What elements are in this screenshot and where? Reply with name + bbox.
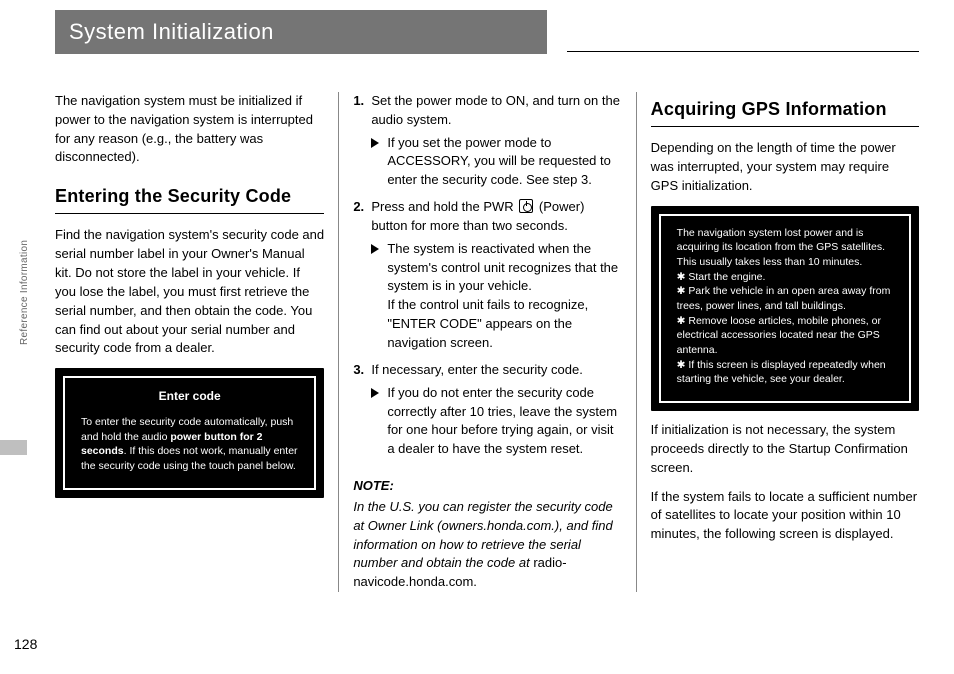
section-rule [55,213,324,214]
screen-body: The navigation system lost power and is … [663,220,907,398]
intro-text: The navigation system must be initialize… [55,92,324,167]
side-tab: Reference Information [18,240,33,345]
screen-enter-code: Enter code To enter the security code au… [55,368,324,498]
note: NOTE: In the U.S. you can register the s… [353,477,621,592]
column-3: Acquiring GPS Information Depending on t… [636,92,919,592]
entering-code-para: Find the navigation system's security co… [55,226,324,358]
triangle-icon [371,138,379,148]
page-number: 128 [14,634,37,654]
columns: The navigation system must be initialize… [55,92,919,592]
step-2-sub: The system is reactivated when the syste… [371,240,621,353]
screen-gps: The navigation system lost power and is … [651,206,919,412]
triangle-icon [371,244,379,254]
section-acquiring-gps: Acquiring GPS Information [651,96,919,122]
gps-para-1: Depending on the length of time the powe… [651,139,919,196]
page-title: System Initialization [55,10,547,54]
column-2: 1. Set the power mode to ON, and turn on… [338,92,621,592]
step-3: 3. If necessary, enter the security code… [353,361,621,459]
page: Reference Information 128 System Initial… [0,0,954,674]
note-body: In the U.S. you can register the securit… [353,498,621,592]
step-2: 2. Press and hold the PWR (Power) button… [353,198,621,353]
screen-body: To enter the security code automatically… [81,415,298,474]
side-marker [0,440,27,455]
gps-para-3: If the system fails to locate a sufficie… [651,488,919,545]
step-1-sub: If you set the power mode to ACCESSORY, … [371,134,621,191]
step-3-sub: If you do not enter the security code co… [371,384,621,459]
column-1: The navigation system must be initialize… [55,92,324,592]
screen-title: Enter code [81,388,298,405]
header-rule [567,8,919,52]
gps-para-2: If initialization is not necessary, the … [651,421,919,478]
header: System Initialization [55,10,919,54]
steps-list: 1. Set the power mode to ON, and turn on… [353,92,621,459]
section-entering-code: Entering the Security Code [55,183,324,209]
section-rule [651,126,919,127]
triangle-icon [371,388,379,398]
step-1: 1. Set the power mode to ON, and turn on… [353,92,621,190]
power-icon [519,199,533,213]
